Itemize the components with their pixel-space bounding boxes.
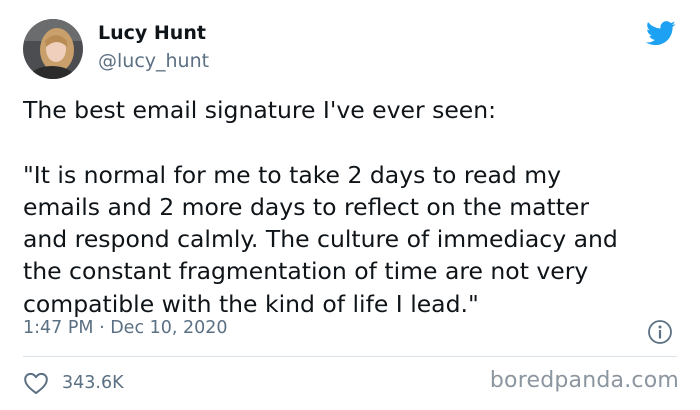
tweet-text: The best email signature I've ever seen:… — [23, 94, 688, 320]
like-button[interactable]: 343.6K — [23, 370, 124, 396]
tweet-card: Lucy Hunt @lucy_hunt The best email sign… — [0, 0, 700, 410]
tweet-line: the constant fragmentation of time are n… — [23, 257, 589, 286]
tweet-line-break — [23, 126, 688, 158]
tweet-line: emails and 2 more days to reflect on the… — [23, 192, 590, 221]
avatar[interactable] — [23, 19, 83, 79]
divider — [23, 356, 677, 357]
watermark: boredpanda.com — [489, 368, 679, 393]
tweet-line: "It is normal for me to take 2 days to r… — [23, 160, 562, 189]
tweet-line: compatible with the kind of life I lead.… — [23, 289, 479, 318]
tweet-line: The best email signature I've ever seen: — [23, 96, 497, 124]
tweet-line: and respond calmly. The culture of immed… — [23, 225, 618, 254]
twitter-bird-icon — [646, 21, 676, 46]
like-count: 343.6K — [62, 373, 124, 393]
info-icon[interactable] — [647, 319, 673, 345]
heart-icon — [24, 372, 48, 395]
tweet-timestamp[interactable]: 1:47 PM · Dec 10, 2020 — [23, 318, 228, 338]
user-display-name[interactable]: Lucy Hunt — [98, 22, 206, 44]
user-handle[interactable]: @lucy_hunt — [98, 50, 209, 72]
